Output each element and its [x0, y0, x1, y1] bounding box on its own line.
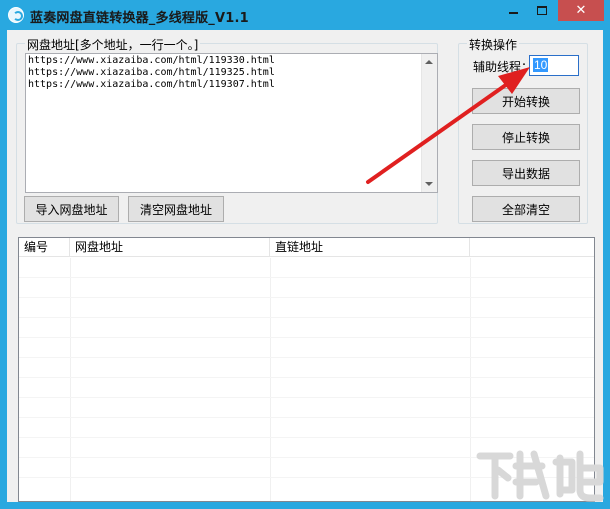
column-divider: [470, 258, 471, 501]
row-divider: [19, 277, 594, 278]
row-divider: [19, 337, 594, 338]
window-title: 蓝奏网盘直链转换器_多线程版_V1.1: [30, 11, 249, 26]
column-divider: [270, 258, 271, 501]
stop-convert-button[interactable]: 停止转换: [472, 124, 580, 150]
start-convert-button[interactable]: 开始转换: [472, 88, 580, 114]
row-divider: [19, 417, 594, 418]
url-line: https://www.xiazaiba.com/html/119307.htm…: [28, 79, 275, 90]
column-header-direct-url[interactable]: 直链地址: [270, 238, 470, 257]
column-divider: [70, 258, 71, 501]
row-divider: [19, 317, 594, 318]
clear-all-button[interactable]: 全部清空: [472, 196, 580, 222]
threads-input[interactable]: 10: [529, 55, 579, 76]
scroll-down-icon[interactable]: [425, 182, 433, 186]
import-urls-button[interactable]: 导入网盘地址: [24, 196, 119, 222]
threads-label: 辅助线程：: [473, 60, 534, 74]
threads-value: 10: [533, 58, 549, 72]
url-line: https://www.xiazaiba.com/html/119330.htm…: [28, 55, 275, 66]
url-textarea[interactable]: https://www.xiazaiba.com/html/119330.htm…: [25, 53, 438, 193]
close-button[interactable]: ✕: [558, 0, 604, 21]
maximize-button[interactable]: [528, 0, 556, 21]
clear-urls-button[interactable]: 清空网盘地址: [128, 196, 224, 222]
title-bar[interactable]: 蓝奏网盘直链转换器_多线程版_V1.1 ✕: [0, 0, 610, 30]
export-data-button[interactable]: 导出数据: [472, 160, 580, 186]
app-icon: [8, 7, 24, 23]
url-textarea-scrollbar[interactable]: [421, 54, 437, 192]
maximize-icon: [537, 6, 547, 15]
scroll-up-icon[interactable]: [425, 60, 433, 64]
app-window: 蓝奏网盘直链转换器_多线程版_V1.1 ✕ 网盘地址[多个地址，一行一个。] h…: [0, 0, 610, 509]
url-line: https://www.xiazaiba.com/html/119325.htm…: [28, 67, 275, 78]
results-header: 编号 网盘地址 直链地址: [19, 238, 594, 257]
column-header-pan-url[interactable]: 网盘地址: [70, 238, 270, 257]
row-divider: [19, 377, 594, 378]
row-divider: [19, 357, 594, 358]
row-divider: [19, 297, 594, 298]
column-header-id[interactable]: 编号: [19, 238, 70, 257]
watermark-logo: [476, 450, 604, 502]
ops-group-label: 转换操作: [467, 36, 520, 53]
close-icon: ✕: [575, 3, 587, 18]
minimize-button[interactable]: [499, 0, 527, 21]
minimize-icon: [508, 12, 518, 14]
row-divider: [19, 397, 594, 398]
url-group-label: 网盘地址[多个地址，一行一个。]: [25, 36, 201, 53]
client-area: 网盘地址[多个地址，一行一个。] https://www.xiazaiba.co…: [7, 30, 603, 502]
row-divider: [19, 437, 594, 438]
